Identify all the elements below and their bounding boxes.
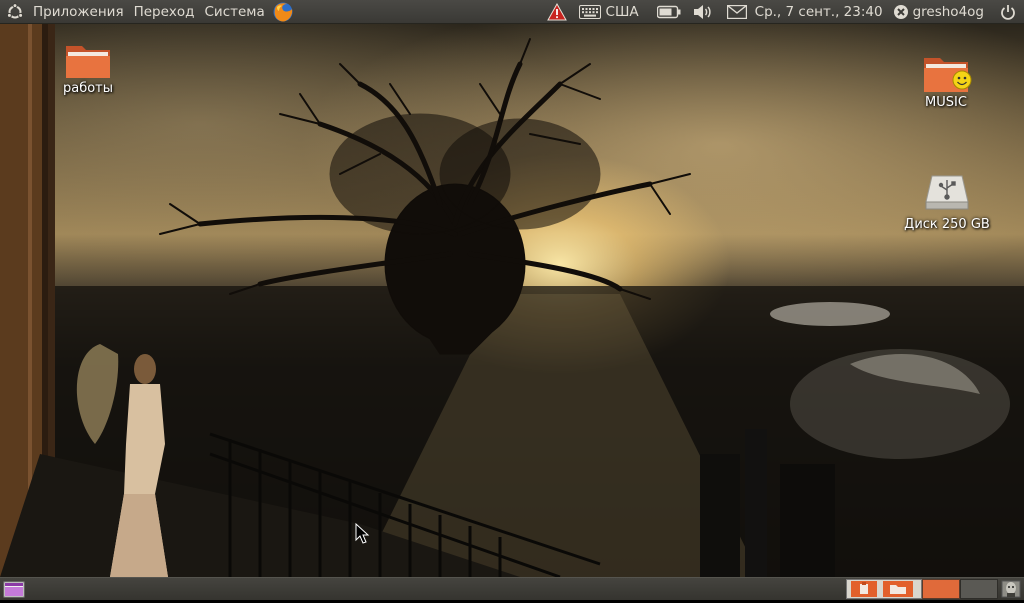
desktop-icon-label: MUSIC xyxy=(925,95,967,110)
folder-window-icon xyxy=(883,581,913,597)
battery-icon[interactable] xyxy=(656,5,681,19)
window-button-icons[interactable] xyxy=(846,579,922,599)
firefox-icon[interactable] xyxy=(272,1,294,23)
desktop-icon-music-folder[interactable]: MUSIC xyxy=(914,52,978,110)
desktop-wallpaper xyxy=(0,24,1024,577)
warning-icon[interactable] xyxy=(546,3,567,21)
desktop-icon-label: работы xyxy=(62,81,114,96)
volume-icon[interactable] xyxy=(693,3,713,21)
keyboard-layout-indicator[interactable]: США xyxy=(606,4,639,20)
main-menu: Приложения Переход Система xyxy=(0,0,294,24)
folder-smile-icon xyxy=(914,52,978,94)
workspace-2[interactable] xyxy=(960,579,998,599)
menu-places[interactable]: Переход xyxy=(129,4,200,20)
trash-icon[interactable] xyxy=(1000,579,1022,599)
folder-icon xyxy=(56,40,120,80)
username-label[interactable]: gresho4og xyxy=(913,4,984,20)
clock[interactable]: Ср., 7 сент., 23:40 xyxy=(755,4,883,20)
bottom-panel xyxy=(0,577,1024,600)
mail-icon[interactable] xyxy=(726,5,747,19)
wallpaper-scene xyxy=(0,24,1024,577)
user-status-icon[interactable] xyxy=(893,4,909,20)
desktop-icon-label: Диск 250 GB xyxy=(904,217,990,232)
top-panel: Приложения Переход Система США Ср., 7 се… xyxy=(0,0,1024,24)
power-icon[interactable] xyxy=(1000,4,1016,20)
ubuntu-logo-icon[interactable] xyxy=(6,2,24,21)
desktop-icon-usb-drive[interactable]: Диск 250 GB xyxy=(900,172,994,232)
desktop-icon-work-folder[interactable]: работы xyxy=(56,40,120,96)
menu-applications[interactable]: Приложения xyxy=(28,4,129,20)
workspace-1[interactable] xyxy=(922,579,960,599)
usb-drive-icon xyxy=(900,172,994,216)
system-tray: США Ср., 7 сент., 23:40 gresho4og xyxy=(535,0,1024,24)
menu-system[interactable]: Система xyxy=(200,4,270,20)
app-window-icon xyxy=(851,581,877,597)
workspace-switcher[interactable] xyxy=(922,579,998,599)
keyboard-icon[interactable] xyxy=(578,5,601,19)
show-desktop-icon[interactable] xyxy=(3,579,25,599)
